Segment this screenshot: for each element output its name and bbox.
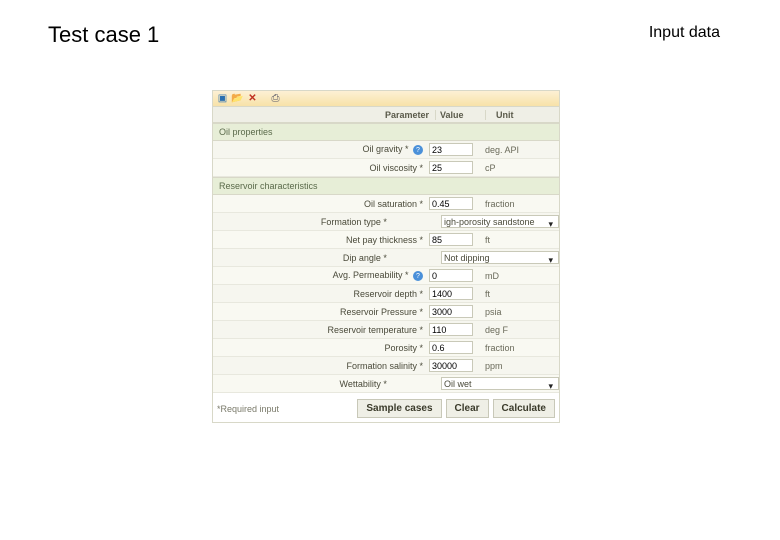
row-res-depth: Reservoir depth * ft bbox=[213, 285, 559, 303]
input-res-depth[interactable] bbox=[429, 287, 473, 300]
label-formation-type: Formation type * bbox=[213, 217, 391, 227]
input-res-pressure[interactable] bbox=[429, 305, 473, 318]
input-net-pay[interactable] bbox=[429, 233, 473, 246]
row-dip-angle: Dip angle * Not dipping ▾ bbox=[213, 249, 559, 267]
input-oil-saturation[interactable] bbox=[429, 197, 473, 210]
column-headers: Parameter Value Unit bbox=[213, 107, 559, 123]
label-oil-viscosity: Oil viscosity * bbox=[213, 163, 427, 173]
input-oil-viscosity[interactable] bbox=[429, 161, 473, 174]
sample-cases-button[interactable]: Sample cases bbox=[357, 399, 441, 418]
unit-oil-gravity: deg. API bbox=[477, 145, 559, 155]
label-wettability: Wettability * bbox=[213, 379, 391, 389]
header-unit: Unit bbox=[485, 110, 559, 120]
unit-res-temp: deg F bbox=[477, 325, 559, 335]
unit-res-depth: ft bbox=[477, 289, 559, 299]
calculate-button[interactable]: Calculate bbox=[493, 399, 555, 418]
delete-icon[interactable]: ✕ bbox=[247, 93, 258, 104]
label-dip-angle: Dip angle * bbox=[213, 253, 391, 263]
label-net-pay: Net pay thickness * bbox=[213, 235, 427, 245]
row-res-temp: Reservoir temperature * deg F bbox=[213, 321, 559, 339]
label-res-temp: Reservoir temperature * bbox=[213, 325, 427, 335]
label-oil-saturation: Oil saturation * bbox=[213, 199, 427, 209]
unit-net-pay: ft bbox=[477, 235, 559, 245]
row-oil-saturation: Oil saturation * fraction bbox=[213, 195, 559, 213]
header-value: Value bbox=[435, 110, 485, 120]
row-wettability: Wettability * Oil wet ▾ bbox=[213, 375, 559, 393]
unit-oil-viscosity: cP bbox=[477, 163, 559, 173]
row-oil-viscosity: Oil viscosity * cP bbox=[213, 159, 559, 177]
input-panel: ▣ 📂 ✕ ⎙ Parameter Value Unit Oil propert… bbox=[212, 90, 560, 423]
label-res-depth: Reservoir depth * bbox=[213, 289, 427, 299]
input-salinity[interactable] bbox=[429, 359, 473, 372]
open-icon[interactable]: 📂 bbox=[232, 93, 243, 104]
chevron-down-icon[interactable]: ▾ bbox=[548, 381, 553, 392]
unit-res-pressure: psia bbox=[477, 307, 559, 317]
help-icon[interactable]: ? bbox=[413, 145, 423, 155]
label-oil-gravity: Oil gravity * bbox=[362, 144, 408, 154]
row-formation-type: Formation type * igh-porosity sandstone … bbox=[213, 213, 559, 231]
slide-subtitle: Input data bbox=[649, 24, 720, 42]
section-oil-properties: Oil properties bbox=[213, 123, 559, 141]
input-oil-gravity[interactable] bbox=[429, 143, 473, 156]
row-avg-perm: Avg. Permeability * ? mD bbox=[213, 267, 559, 285]
select-formation-type[interactable]: igh-porosity sandstone bbox=[441, 215, 559, 228]
save-icon[interactable]: ▣ bbox=[217, 93, 228, 104]
label-porosity: Porosity * bbox=[213, 343, 427, 353]
clear-button[interactable]: Clear bbox=[446, 399, 489, 418]
unit-porosity: fraction bbox=[477, 343, 559, 353]
row-oil-gravity: Oil gravity * ? deg. API bbox=[213, 141, 559, 159]
label-salinity: Formation salinity * bbox=[213, 361, 427, 371]
section-reservoir: Reservoir characteristics bbox=[213, 177, 559, 195]
input-porosity[interactable] bbox=[429, 341, 473, 354]
row-salinity: Formation salinity * ppm bbox=[213, 357, 559, 375]
required-note: *Required input bbox=[217, 404, 353, 414]
chevron-down-icon[interactable]: ▾ bbox=[548, 219, 553, 230]
footer: *Required input Sample cases Clear Calcu… bbox=[213, 393, 559, 422]
chevron-down-icon[interactable]: ▾ bbox=[548, 255, 553, 266]
unit-avg-perm: mD bbox=[477, 271, 559, 281]
row-porosity: Porosity * fraction bbox=[213, 339, 559, 357]
unit-salinity: ppm bbox=[477, 361, 559, 371]
help-icon[interactable]: ? bbox=[413, 271, 423, 281]
header-parameter: Parameter bbox=[213, 110, 435, 120]
unit-oil-saturation: fraction bbox=[477, 199, 559, 209]
select-dip-angle[interactable]: Not dipping bbox=[441, 251, 559, 264]
label-res-pressure: Reservoir Pressure * bbox=[213, 307, 427, 317]
slide-title: Test case 1 bbox=[48, 22, 159, 48]
label-avg-perm: Avg. Permeability * bbox=[333, 270, 409, 280]
input-res-temp[interactable] bbox=[429, 323, 473, 336]
toolbar: ▣ 📂 ✕ ⎙ bbox=[213, 91, 559, 107]
print-icon[interactable]: ⎙ bbox=[270, 93, 281, 104]
row-net-pay: Net pay thickness * ft bbox=[213, 231, 559, 249]
select-wettability[interactable]: Oil wet bbox=[441, 377, 559, 390]
row-res-pressure: Reservoir Pressure * psia bbox=[213, 303, 559, 321]
input-avg-perm[interactable] bbox=[429, 269, 473, 282]
